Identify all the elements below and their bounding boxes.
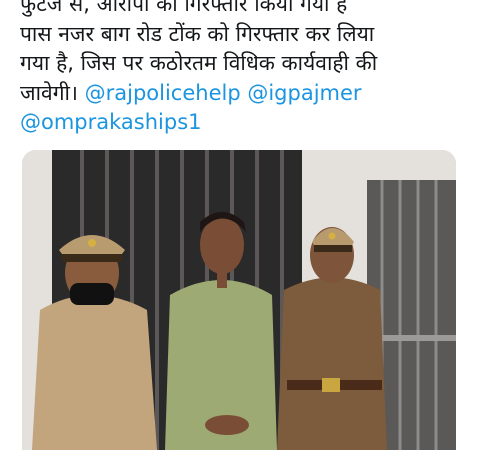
photo-illustration bbox=[22, 150, 456, 450]
tweet-line-3: गया है, जिस पर कठोरतम विधिक कार्यवाही की bbox=[20, 51, 378, 75]
tweet-card: फुटेज से, आरोपी को गिरफ्तार किया गया है … bbox=[0, 0, 482, 450]
tweet-line-5: @omprakaships1 bbox=[20, 108, 470, 138]
tweet-line-2: पास नजर बाग रोड टोंक को गिरफ्तार कर लिया bbox=[20, 21, 375, 46]
tweet-photo[interactable] bbox=[22, 150, 456, 450]
mention-omprakaships1[interactable]: @omprakaships1 bbox=[20, 110, 202, 134]
mention-igpajmer[interactable]: @igpajmer bbox=[247, 81, 361, 105]
tweet-body: फुटेज से, आरोपी को गिरफ्तार किया गया है … bbox=[20, 0, 470, 138]
tweet-line-1: फुटेज से, आरोपी को गिरफ्तार किया गया है bbox=[20, 0, 348, 16]
mention-rajpolicehelp[interactable]: @rajpolicehelp bbox=[85, 81, 241, 105]
tweet-line-4: जावेगी। @rajpolicehelp @igpajmer bbox=[20, 79, 470, 109]
tweet-line-4-text: जावेगी। bbox=[20, 80, 78, 105]
